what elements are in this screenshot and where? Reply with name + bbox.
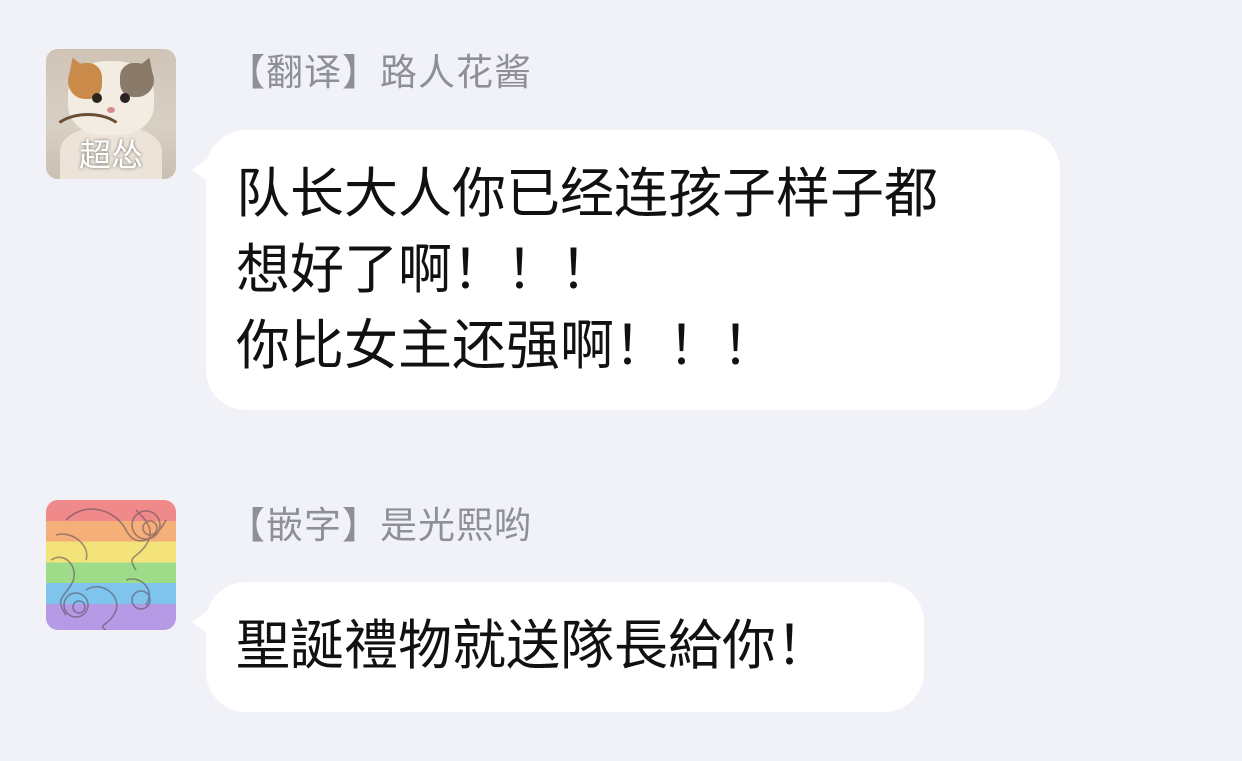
sender-name[interactable]: 【翻译】路人花酱	[228, 51, 532, 95]
message-text: 队长大人你已经连孩子样子都 想好了啊！！！ 你比女主还强啊！！！	[236, 156, 938, 384]
message-bubble[interactable]: 队长大人你已经连孩子样子都 想好了啊！！！ 你比女主还强啊！！！	[192, 130, 1060, 410]
cat-avatar-icon[interactable]: 超怂	[46, 49, 176, 179]
chat-message-list: 超怂 【翻译】路人花酱 队长大人你已经连孩子样子都 想好了啊！！！ 你比女主还强…	[0, 0, 1242, 761]
line-art-overlay	[50, 508, 167, 630]
message-line: 队长大人你已经连孩子样子都	[236, 162, 938, 225]
message-line: 想好了啊！！！	[236, 238, 614, 301]
cat-eye-left	[92, 93, 102, 103]
message-line: 聖誕禮物就送隊長給你！	[236, 614, 830, 677]
cat-eye-right	[120, 93, 130, 103]
message-bubble[interactable]: 聖誕禮物就送隊長給你！	[192, 582, 924, 712]
rainbow-avatar-icon[interactable]	[46, 500, 176, 630]
bubble-tail	[192, 610, 208, 634]
cat-fur-patch-right	[120, 63, 154, 97]
message-line: 你比女主还强啊！！！	[236, 314, 776, 377]
bubble-tail	[192, 158, 208, 182]
message-text: 聖誕禮物就送隊長給你！	[236, 608, 830, 684]
avatar-caption: 超怂	[78, 136, 143, 174]
cat-nose	[107, 107, 115, 113]
sender-name[interactable]: 【嵌字】是光熙哟	[228, 504, 532, 548]
